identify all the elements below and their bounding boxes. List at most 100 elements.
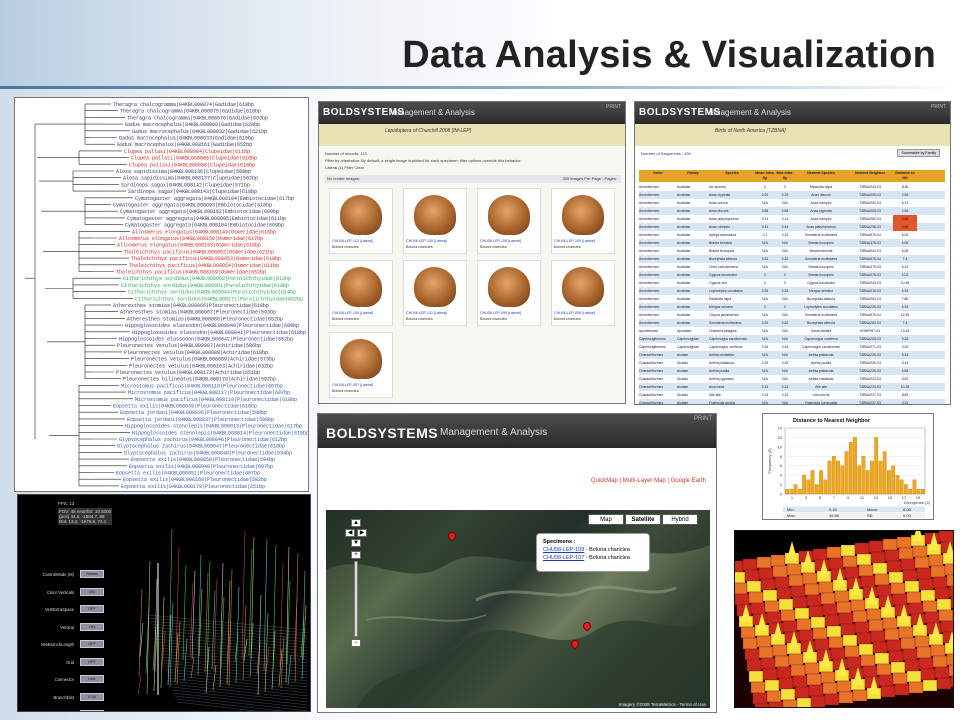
surface-cell: [836, 680, 852, 693]
table-cell: Branta leucopsis: [808, 265, 834, 269]
print-link-2[interactable]: PRINT: [931, 104, 946, 110]
surface-cell: [824, 693, 840, 706]
specimen-id[interactable]: CHU08-LEP-108 [Lateral]: [480, 239, 521, 243]
specimen-id[interactable]: CHU08-LEP-109 [Lateral]: [406, 239, 447, 243]
surface-cell: [906, 591, 922, 604]
specimen-tile[interactable]: CHU08-LEP-099 [Lateral] Boloria chariclea: [477, 260, 541, 326]
histogram-bar: [840, 465, 845, 495]
column-header[interactable]: Max Intra-Sp: [775, 171, 795, 181]
map-type-hybrid[interactable]: Hybrid: [662, 514, 698, 525]
table-cell: 2.56: [901, 193, 909, 197]
specimen-tile[interactable]: CHU08-LEP-098 [Lateral] Boloria chariclea: [551, 260, 615, 326]
specimen-id[interactable]: CHU08-LEP-097 [Lateral]: [332, 383, 373, 387]
table-cell: Bucephala albeola: [709, 257, 737, 261]
specimen-id[interactable]: CHU08-LEP-113 [Lateral]: [332, 239, 373, 243]
specimen-id[interactable]: CHU08-LEP-100 [Lateral]: [554, 239, 595, 243]
specimen-link[interactable]: CHU08-LEP-108: [543, 547, 584, 553]
surface-cell: [814, 638, 830, 651]
surface-cell: [886, 639, 902, 652]
table-cell: 0.29: [761, 361, 769, 365]
table-cell: Anseriformes: [639, 257, 659, 261]
surface-cell: [806, 594, 822, 607]
print-link[interactable]: PRINT: [606, 104, 621, 110]
specimen-link[interactable]: CHU08-LEP-107: [543, 555, 584, 561]
specimen-id[interactable]: CHU08-LEP-101 [Lateral]: [406, 311, 447, 315]
tree-leaf-label: Clupea pallasi|04KBL008085|Clupeidae|618…: [131, 156, 257, 162]
zoom-out-icon[interactable]: −: [351, 639, 361, 647]
column-header[interactable]: Nearest Neighbor: [847, 171, 893, 176]
bold-logo-3: BOLDSYSTEMS: [326, 425, 439, 441]
table-cell: Melanitta nigra: [809, 185, 833, 189]
table-cell: Fratercula arctica: [709, 401, 736, 405]
surface-cell: [894, 683, 910, 696]
tree-leaf-label: Citharichthys sordidus|04KBL008091|Paral…: [121, 283, 289, 289]
specimen-tile[interactable]: CHU08-LEP-113 [Lateral] Boloria chariclea: [329, 188, 393, 254]
column-header[interactable]: Nearest Species: [795, 171, 847, 176]
specimen-id[interactable]: CHU08-LEP-099 [Lateral]: [480, 311, 521, 315]
stat-cell: Mean:: [867, 507, 878, 512]
table-cell: Caprimulgidae: [677, 345, 699, 349]
tree-vertical: [257, 594, 262, 696]
control-button[interactable]: Line: [80, 675, 104, 683]
table-cell: 0: [764, 305, 766, 309]
map-type-map[interactable]: Map: [588, 514, 624, 525]
specimen-tile[interactable]: CHU08-LEP-101 [Lateral] Boloria chariclea: [403, 260, 467, 326]
control-button[interactable]: 0.00: [80, 692, 104, 701]
map-view-links[interactable]: QuickMap | Multi-Layer Map | Google Eart…: [591, 478, 706, 484]
control-button[interactable]: ON: [80, 622, 104, 631]
tree-connector: [168, 677, 309, 694]
pan-left-icon[interactable]: ◀: [345, 529, 355, 537]
specimen-tile[interactable]: CHU08-LEP-100 [Lateral] Boloria chariclea: [551, 188, 615, 254]
surface-cell: [862, 665, 878, 678]
control-button[interactable]: OFF: [80, 640, 104, 648]
column-header[interactable]: Order: [639, 171, 677, 176]
table-cell: N/A: [782, 377, 788, 381]
print-link-3[interactable]: PRINT: [694, 416, 712, 422]
specimen-tile[interactable]: CHU08-LEP-097 [Lateral] Boloria chariclea: [329, 332, 393, 398]
table-row: Anseriformes Anatidae Oxyura jamaicensis N/…: [639, 311, 945, 319]
control-button[interactable]: OFF: [80, 657, 104, 666]
control-button[interactable]: Browse: [80, 710, 104, 711]
zoom-in-icon[interactable]: +: [351, 551, 361, 559]
y-tick-label: 4: [780, 473, 783, 478]
surface-cell: [760, 657, 776, 670]
surface-cell: [898, 547, 914, 560]
specimen-tile[interactable]: CHU08-LEP-108 [Lateral] Boloria chariclea: [477, 188, 541, 254]
specimen-tile[interactable]: CHU08-LEP-109 [Lateral] Boloria chariclea: [403, 188, 467, 254]
y-tick-label: 2: [780, 482, 783, 487]
map-type-satellite[interactable]: Satellite: [625, 514, 661, 525]
column-header[interactable]: Distance to NN: [893, 171, 917, 181]
column-header[interactable]: Mean Intra-Sp: [755, 171, 775, 181]
column-header[interactable]: Family: [677, 171, 709, 176]
table-cell: TZBNA378-03: [859, 265, 881, 269]
table-cell: Cygnus olor: [709, 281, 728, 285]
tree-leaf-label: Allosmerus elongatus|04KBL008153|Osmerid…: [117, 243, 261, 249]
specimen-name: Boloria chariclea: [554, 317, 581, 321]
table-row: Charadriiformes Alcidae Alle alle 0.15 0.15 U…: [639, 391, 945, 399]
surface-cell: [766, 690, 782, 703]
pan-down-icon[interactable]: ▼: [351, 539, 361, 547]
table-cell: Anseriformes: [639, 289, 659, 293]
page-label[interactable]: 300 images Per Page - Pages:: [563, 175, 617, 183]
satellite-map[interactable]: [326, 510, 710, 708]
control-button[interactable]: ON: [80, 587, 104, 596]
surface-cell: [838, 691, 854, 704]
table-cell: Anseriformes: [639, 201, 659, 205]
specimen-id[interactable]: CHU08-LEP-098 [Lateral]: [554, 311, 595, 315]
table-row: Charadriiformes Alcidae Alca torda 0.15 0.15…: [639, 383, 945, 391]
tree-connector: [175, 698, 284, 711]
control-button[interactable]: Rotate: [80, 570, 104, 578]
surface-cell: [950, 596, 953, 609]
control-button[interactable]: OFF: [80, 605, 104, 613]
summarize-button[interactable]: Summarize by Family: [897, 149, 940, 157]
pan-right-icon[interactable]: ▶: [357, 529, 367, 537]
stat-cell: 8.08: [903, 507, 912, 512]
specimen-tile[interactable]: CHU08-LEP-105 [Lateral] Boloria chariclea: [329, 260, 393, 326]
pan-up-icon[interactable]: ▲: [351, 519, 361, 527]
specimen-id[interactable]: CHU08-LEP-105 [Lateral]: [332, 311, 373, 315]
column-header[interactable]: Species: [709, 171, 755, 176]
zoom-slider[interactable]: [354, 561, 358, 637]
surface-cell: [804, 662, 820, 675]
tree-vertical: [153, 578, 158, 692]
filter-controls[interactable]: Lateral (1) Filter Clear: [325, 164, 521, 171]
